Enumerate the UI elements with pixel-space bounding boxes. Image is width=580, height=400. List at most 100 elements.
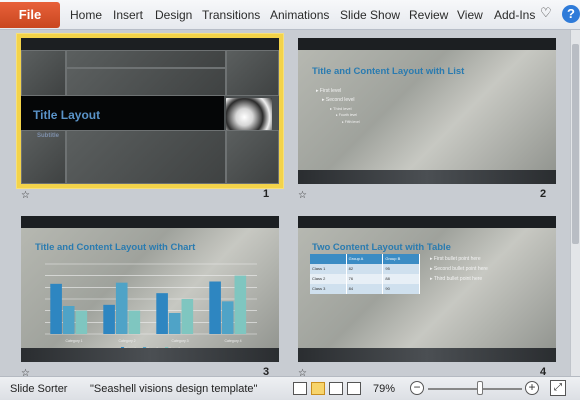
table-cell: 82	[346, 264, 384, 274]
zoom-slider-thumb[interactable]	[476, 381, 483, 395]
bullet-item: ▸ Second bullet point here	[430, 266, 488, 272]
slide-panel	[66, 130, 226, 184]
view-name-label: Slide Sorter	[10, 383, 68, 395]
normal-view-icon[interactable]	[293, 382, 307, 395]
slide-panel	[66, 68, 226, 96]
slide-sorter-pane: Title Layout Subtitle ☆ 1 Title and Cont…	[0, 30, 570, 376]
slide-thumbnail-3[interactable]: Title and Content Layout with Chart Cate…	[21, 216, 279, 362]
slide-panel	[66, 50, 226, 68]
slide-title: Title and Content Layout with Chart	[35, 242, 196, 253]
table-row: Class 3 84 90	[310, 284, 421, 294]
chart-bar	[221, 301, 234, 334]
chart-bar	[209, 281, 221, 334]
slide-number: 3	[263, 366, 270, 376]
slide-canvas: Title and Content Layout with List ▸ Fir…	[298, 38, 556, 184]
slide-top-band	[298, 216, 556, 228]
status-bar: Slide Sorter "Seashell visions design te…	[0, 376, 580, 400]
tab-review[interactable]: Review	[409, 8, 448, 22]
table-cell: Class 1	[310, 264, 347, 274]
bullet-item: ▸ Fourth level	[336, 113, 358, 117]
table-cell: Group B	[383, 254, 421, 264]
slide-thumbnail-1[interactable]: Title Layout Subtitle	[17, 34, 283, 188]
slide-canvas: Title and Content Layout with Chart Cate…	[21, 216, 279, 362]
chart-bar	[75, 310, 88, 334]
slide-number: 4	[540, 366, 547, 376]
slide-panel	[21, 50, 66, 96]
bullet-item: ▸ Third level	[330, 106, 352, 111]
bullet-item: ▸ First level	[316, 88, 342, 94]
heart-icon[interactable]: ♡	[540, 5, 552, 21]
vertical-scrollbar[interactable]	[570, 30, 580, 376]
bullet-item: ▸ Fifth level	[342, 120, 360, 124]
zoom-in-button[interactable]: +	[525, 381, 539, 395]
chart-bar	[168, 313, 181, 334]
table-cell: 95	[383, 264, 421, 274]
tab-design[interactable]: Design	[155, 8, 192, 22]
table-cell: Class 2	[310, 274, 347, 284]
fit-to-window-icon[interactable]: ⤢	[550, 380, 566, 396]
transition-star-icon: ☆	[298, 190, 307, 201]
table-cell: Group A	[346, 254, 384, 264]
slide-top-band	[298, 38, 556, 50]
slide-show-view-icon[interactable]	[347, 382, 361, 395]
tab-add-ins[interactable]: Add-Ins	[494, 8, 535, 22]
bullet-item: ▸ Second level	[322, 97, 355, 103]
slide-bottom-band	[298, 348, 556, 362]
tab-home[interactable]: Home	[70, 8, 102, 22]
slide-subtitle: Subtitle	[37, 133, 59, 139]
x-tick-label: Category 2	[119, 339, 136, 343]
file-tab-button[interactable]: File	[0, 2, 60, 28]
slide-canvas: Title Layout Subtitle	[21, 38, 279, 184]
bullet-item: ▸ Third bullet point here	[430, 276, 483, 282]
zoom-level[interactable]: 79%	[373, 383, 395, 395]
theme-name-label: "Seashell visions design template"	[90, 383, 258, 395]
table-cell: 84	[346, 284, 384, 294]
scroll-thumb[interactable]	[572, 44, 579, 244]
tab-animations[interactable]: Animations	[270, 8, 329, 22]
chart-bar	[128, 310, 141, 334]
table-header-row: Group A Group B	[310, 254, 421, 264]
slide-title: Two Content Layout with Table	[312, 242, 451, 253]
slide-panel	[226, 130, 279, 184]
table-cell: Class 3	[310, 284, 347, 294]
slide-panel	[226, 50, 279, 96]
x-tick-label: Category 3	[172, 339, 189, 343]
chart-bar	[181, 299, 194, 334]
tab-view[interactable]: View	[457, 8, 483, 22]
ribbon: File Home Insert Design Transitions Anim…	[0, 0, 580, 30]
slide-number: 1	[263, 188, 270, 200]
table-cell: 88	[383, 274, 421, 284]
slide-thumbnail-2[interactable]: Title and Content Layout with List ▸ Fir…	[298, 38, 556, 184]
tab-slide-show[interactable]: Slide Show	[340, 8, 400, 22]
data-table: Group A Group B Class 1 82 95 Class 2 76…	[310, 254, 421, 296]
x-tick-label: Category 1	[66, 339, 83, 343]
tab-insert[interactable]: Insert	[113, 8, 143, 22]
tab-transitions[interactable]: Transitions	[202, 8, 260, 22]
x-tick-label: Category 4	[225, 339, 242, 343]
table-cell: 76	[346, 274, 384, 284]
chart-bar	[103, 304, 115, 334]
slide-bottom-band	[298, 170, 556, 184]
transition-star-icon: ☆	[21, 368, 30, 376]
chart-bar	[234, 275, 247, 334]
chart-bar	[115, 282, 128, 334]
slide-thumbnail-4[interactable]: Two Content Layout with Table Group A Gr…	[298, 216, 556, 362]
table-cell: 90	[383, 284, 421, 294]
slide-top-band	[21, 216, 279, 228]
transition-star-icon: ☆	[298, 368, 307, 376]
transition-star-icon: ☆	[21, 190, 30, 201]
table-cell	[310, 254, 347, 264]
slide-bottom-band	[21, 348, 279, 362]
reading-view-icon[interactable]	[329, 382, 343, 395]
seashell-image	[226, 98, 272, 130]
help-icon[interactable]: ?	[562, 5, 580, 23]
table-row: Class 1 82 95	[310, 264, 421, 274]
zoom-slider-track[interactable]	[428, 388, 522, 390]
slide-number: 2	[540, 188, 547, 200]
slide-sorter-view-icon[interactable]	[311, 382, 325, 395]
slide-top-band	[21, 38, 279, 50]
slide-canvas: Two Content Layout with Table Group A Gr…	[298, 216, 556, 362]
bar-chart: Category 1 Category 2 Category 3 Category 4…	[45, 263, 257, 351]
zoom-out-button[interactable]: −	[410, 381, 424, 395]
chart-bar	[62, 306, 75, 334]
